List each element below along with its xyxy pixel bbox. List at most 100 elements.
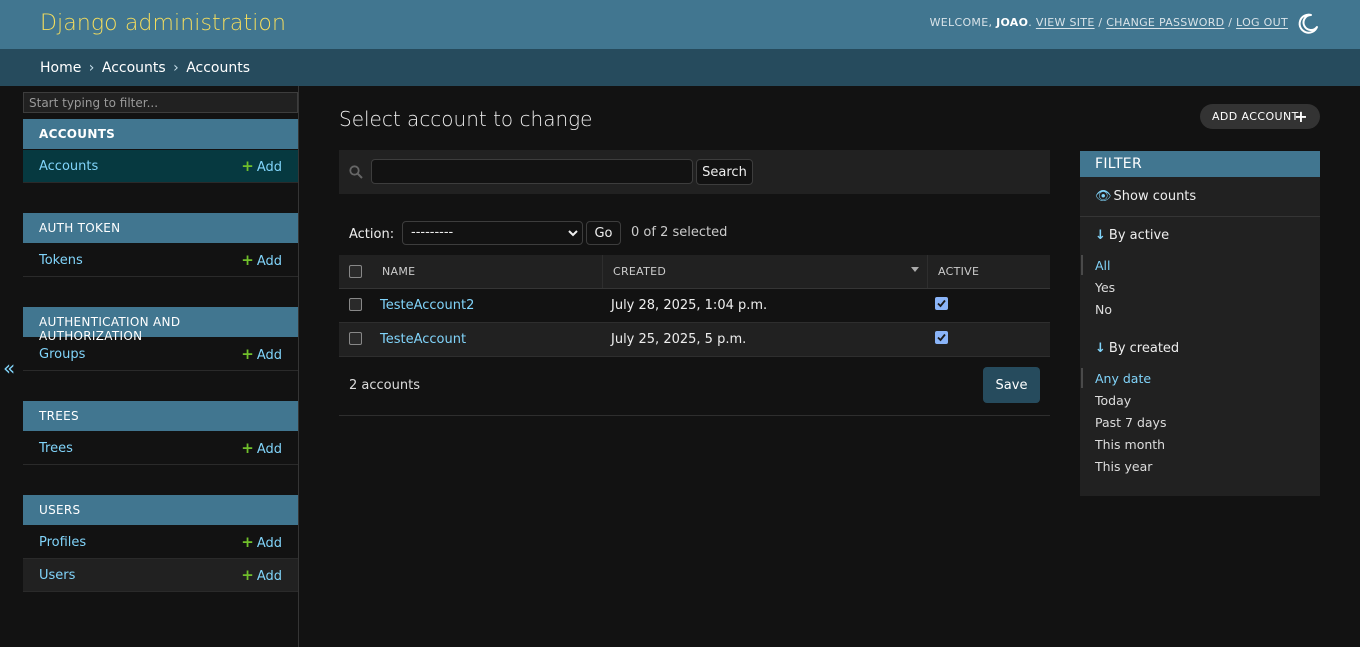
results-table: Name Created Active TesteAccount2 July 2… [339,255,1050,357]
welcome-text: Welcome, [929,16,993,29]
log-out-link[interactable]: Log out [1236,16,1288,29]
column-header-active[interactable]: Active [938,265,979,278]
model-link-accounts[interactable]: Accounts [39,159,98,174]
paginator: 2 accounts Save [339,355,1050,416]
filter-choice[interactable]: All [1095,258,1111,273]
separator: / [1098,16,1103,29]
show-counts-label: Show counts [1113,189,1197,204]
row-created: July 28, 2025, 1:04 p.m. [611,298,768,313]
table-row: TesteAccount July 25, 2025, 5 p.m. [339,323,1050,357]
row-name-link[interactable]: TesteAccount [380,332,466,347]
show-counts-link[interactable]: 👁 Show counts [1095,189,1196,204]
column-header-created[interactable]: Created [613,265,666,278]
change-password-link[interactable]: Change password [1106,16,1224,29]
view-site-link[interactable]: View site [1036,16,1095,29]
plus-icon: + [1294,107,1308,126]
nav-sidebar: Accounts Accounts +Add Auth Token Tokens… [22,86,299,647]
selected-marker [1081,368,1083,388]
add-label: Add [256,536,282,551]
model-link-tokens[interactable]: Tokens [39,253,83,268]
breadcrumb-separator: › [173,60,179,76]
site-name[interactable]: Django administration [40,11,286,36]
add-groups-link[interactable]: + Add [241,345,282,363]
action-selected-value: --------- [411,225,454,240]
app-caption-accounts[interactable]: Accounts [23,119,298,149]
header: Django administration Welcome, joao. Vie… [0,0,1360,49]
add-label: Add [256,160,282,175]
search-input[interactable] [371,159,693,184]
save-button[interactable]: Save [983,367,1040,403]
chevron-down-icon [568,230,578,237]
arrow-down-icon: ↓ [1095,341,1106,356]
row-created: July 25, 2025, 5 p.m. [611,332,747,347]
filter-group-created[interactable]: ↓ By created [1095,341,1179,356]
column-divider [927,255,928,288]
search-icon [349,165,363,179]
row-checkbox[interactable] [349,332,362,345]
username: joao [996,16,1029,29]
moon-icon [1298,13,1318,34]
add-label: Add [256,569,282,584]
add-tokens-link[interactable]: + Add [241,251,282,269]
sidebar-item-accounts: Accounts + Add [23,150,298,183]
row-checkbox[interactable] [349,298,362,311]
add-profiles-link[interactable]: + Add [241,533,282,551]
filter-choice[interactable]: This year [1095,459,1152,474]
filter-choice[interactable]: Any date [1095,371,1151,386]
model-link-users[interactable]: Users [39,568,75,583]
breadcrumb-separator: › [88,60,95,76]
add-label: Add [256,254,282,269]
action-select[interactable]: --------- [402,221,583,245]
add-label: Add [256,348,282,363]
filter-choice[interactable]: No [1095,302,1112,317]
sort-descending-icon[interactable] [911,267,919,272]
filter-panel: Filter 👁 Show counts ↓ By active All Yes N… [1080,151,1320,496]
go-button[interactable]: Go [586,221,621,245]
breadcrumb-app[interactable]: Accounts [102,60,166,76]
filter-choice[interactable]: Yes [1095,280,1115,295]
active-check-icon [935,331,948,344]
sidebar-item-groups: Groups + Add [23,338,298,371]
action-label: Action: [349,227,395,242]
add-label: Add [256,442,282,457]
actions-bar: Action: --------- Go 0 of 2 selected [339,219,1050,249]
breadcrumb-current: Accounts [186,60,251,76]
separator: / [1228,16,1233,29]
sidebar-item-tokens: Tokens + Add [23,244,298,277]
table-header: Name Created Active [339,255,1050,289]
add-trees-link[interactable]: + Add [241,439,282,457]
app-caption-auth-token[interactable]: Auth Token [23,213,298,243]
filter-group-title: By active [1108,228,1170,243]
model-link-groups[interactable]: Groups [39,347,85,362]
app-caption-users[interactable]: Users [23,495,298,525]
filter-choice[interactable]: Today [1095,393,1131,408]
theme-toggle-button[interactable] [1296,12,1320,36]
select-all-checkbox[interactable] [349,265,362,278]
column-header-name[interactable]: Name [382,265,415,278]
plus-icon: + [241,533,254,551]
model-link-trees[interactable]: Trees [39,441,73,456]
filter-choice[interactable]: Past 7 days [1095,415,1166,430]
filter-choice[interactable]: This month [1095,437,1165,452]
add-accounts-link[interactable]: + Add [241,157,282,175]
model-link-profiles[interactable]: Profiles [39,535,86,550]
page-title: Select account to change [339,107,593,131]
app-caption-trees[interactable]: Trees [23,401,298,431]
search-button[interactable]: Search [696,159,753,185]
filter-group-title: By created [1108,341,1180,356]
toggle-sidebar-button[interactable]: « [3,356,15,380]
plus-icon: + [241,345,254,363]
active-check-icon [935,297,948,310]
add-users-link[interactable]: + Add [241,566,282,584]
add-account-button[interactable]: Add Account + [1200,104,1320,129]
arrow-down-icon: ↓ [1095,228,1106,243]
eye-icon: 👁 [1095,189,1112,204]
filter-group-active[interactable]: ↓ By active [1095,228,1169,243]
breadcrumb: Home › Accounts › Accounts [0,49,1360,86]
breadcrumb-home[interactable]: Home [40,60,81,76]
sidebar-item-users: Users + Add [23,559,298,592]
app-caption-authentication[interactable]: Authentication and Authorization [23,307,298,343]
plus-icon: + [241,566,254,584]
row-name-link[interactable]: TesteAccount2 [380,298,474,313]
sidebar-filter-input[interactable] [23,92,298,113]
